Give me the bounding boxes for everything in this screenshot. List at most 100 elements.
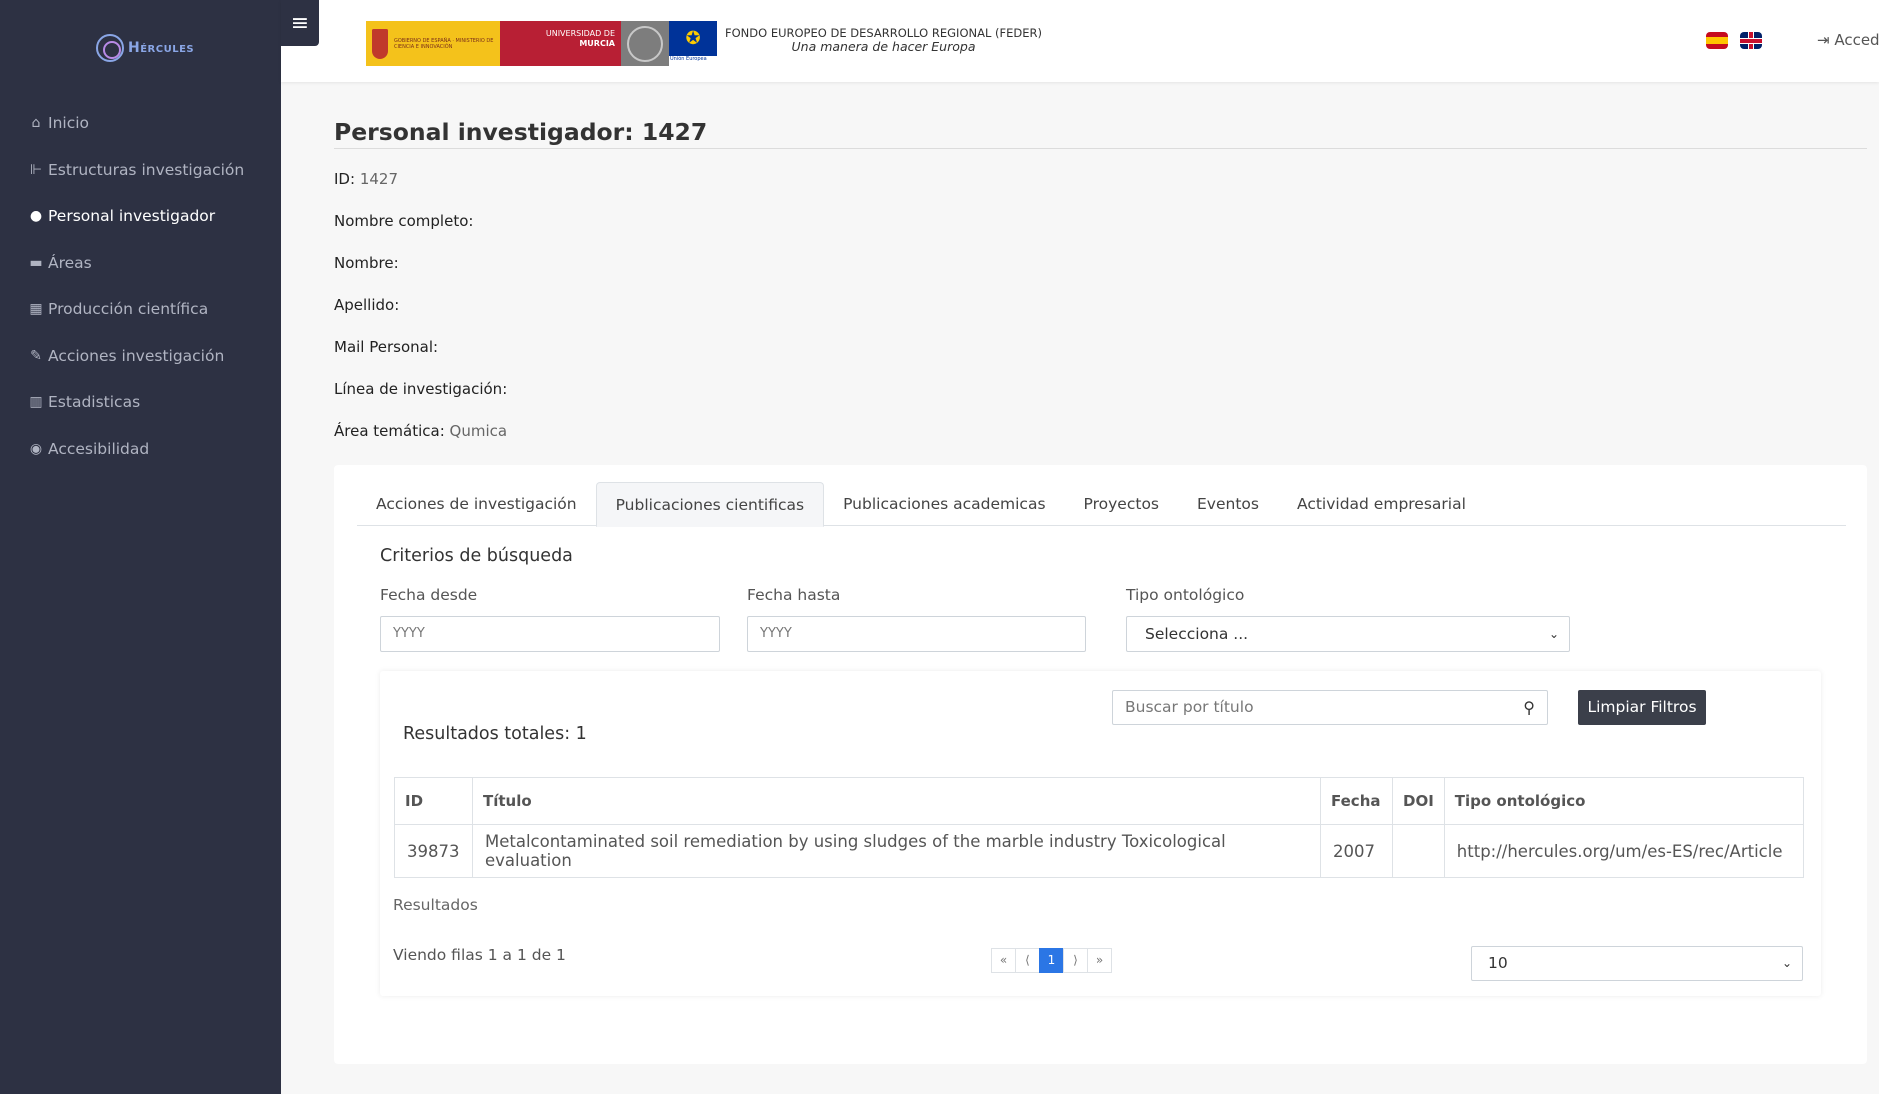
menu-icon[interactable]: ≡ xyxy=(281,0,319,46)
box-icon: ▦ xyxy=(29,301,43,318)
next-page-button[interactable]: ⟩ xyxy=(1063,948,1088,973)
fecha-hasta-input[interactable]: YYYY xyxy=(747,616,1086,652)
cell-doi xyxy=(1392,824,1445,878)
tipo-ontologico-select[interactable]: Selecciona ... ⌄ xyxy=(1126,616,1570,652)
spanish-flag-icon[interactable] xyxy=(1706,32,1728,49)
prev-page-button[interactable]: ⟨ xyxy=(1015,948,1040,973)
field-label: Nombre completo: xyxy=(334,212,474,230)
sidebar-item-acciones-investigacion[interactable]: ✎ Acciones investigación xyxy=(28,333,244,380)
results-table: ID Título Fecha DOI Tipo ontológico 3987… xyxy=(394,777,1805,878)
sidebar-item-label: Accesibilidad xyxy=(48,439,150,458)
field-label: Mail Personal: xyxy=(334,338,439,356)
tab-eventos[interactable]: Eventos xyxy=(1178,482,1278,526)
field-value: 1427 xyxy=(359,170,398,188)
column-header-fecha[interactable]: Fecha xyxy=(1320,777,1393,825)
language-switcher xyxy=(1706,32,1762,49)
column-header-tipo[interactable]: Tipo ontológico xyxy=(1443,777,1805,825)
fecha-desde-label: Fecha desde xyxy=(380,586,478,604)
english-flag-icon[interactable] xyxy=(1740,32,1762,49)
eye-icon: ◉ xyxy=(29,440,43,457)
tab-bar: Acciones de investigación Publicaciones c… xyxy=(357,482,1846,527)
researcher-fields: ID: 1427 Nombre completo: Nombre: Apellid… xyxy=(334,170,507,464)
tipo-ontologico-label: Tipo ontológico xyxy=(1126,586,1245,604)
page-size-value: 10 xyxy=(1488,954,1508,972)
total-results: Resultados totales: 1 xyxy=(403,724,587,744)
feder-text: FONDO EUROPEO DE DESARROLLO REGIONAL (FE… xyxy=(725,26,1042,54)
field-row: Nombre: xyxy=(334,254,507,296)
um-logo-line2: MURCIA xyxy=(579,39,615,48)
tabs-panel: Acciones de investigación Publicaciones c… xyxy=(334,465,1867,1064)
sidebar-nav: ⌂ Inicio ⊩ Estructuras investigación ● Person… xyxy=(28,100,244,472)
sidebar-item-estadisticas[interactable]: ▥ Estadisticas xyxy=(28,379,244,426)
um-logo-line1: UNIVERSIDAD DE xyxy=(545,29,615,38)
home-icon: ⌂ xyxy=(31,115,41,132)
field-label: Apellido: xyxy=(334,296,400,314)
search-placeholder: Buscar por título xyxy=(1125,698,1254,716)
field-value: Qumica xyxy=(449,422,508,440)
sponsor-logos: GOBIERNO DE ESPAÑA · MINISTERIO DE CIENC… xyxy=(366,21,719,66)
last-page-button[interactable]: » xyxy=(1087,948,1112,973)
tipo-ontologico-value: Selecciona ... xyxy=(1145,625,1249,643)
sidebar-item-label: Inicio xyxy=(48,114,90,133)
field-row: Línea de investigación: xyxy=(334,380,507,422)
field-row: Área temática: Qumica xyxy=(334,422,507,464)
search-input[interactable]: Buscar por título ⚲ xyxy=(1112,690,1548,725)
table-header-row: ID Título Fecha DOI Tipo ontológico xyxy=(394,777,1805,825)
results-footer-label: Resultados xyxy=(393,896,478,914)
page-1-button[interactable]: 1 xyxy=(1039,948,1064,973)
table-row[interactable]: 39873 Metalcontaminated soil remediation… xyxy=(394,824,1805,878)
clear-filters-button[interactable]: Limpiar Filtros xyxy=(1578,690,1706,725)
results-card: Buscar por título ⚲ Limpiar Filtros Resu… xyxy=(380,671,1821,996)
first-page-button[interactable]: « xyxy=(991,948,1016,973)
folder-icon: ▬ xyxy=(29,254,43,271)
sidebar-item-label: Estadisticas xyxy=(48,393,141,412)
tab-publicaciones-cientificas[interactable]: Publicaciones cientificas xyxy=(595,482,825,527)
field-row: Nombre completo: xyxy=(334,212,507,254)
feder-line1: FONDO EUROPEO DE DESARROLLO REGIONAL (FE… xyxy=(725,26,1042,40)
field-label: Línea de investigación: xyxy=(334,380,508,398)
tab-actividad-empresarial[interactable]: Actividad empresarial xyxy=(1278,482,1485,526)
sidebar: Hércules ⌂ Inicio ⊩ Estructuras investigaci… xyxy=(0,0,281,1094)
sidebar-item-label: Estructuras investigación xyxy=(48,160,245,179)
sidebar-item-personal-investigador[interactable]: ● Personal investigador xyxy=(28,193,244,240)
sidebar-item-label: Personal investigador xyxy=(48,207,216,226)
field-label: ID: xyxy=(334,170,356,188)
page-title: Personal investigador: 1427 xyxy=(334,118,708,146)
field-row: ID: 1427 xyxy=(334,170,507,212)
coat-of-arms-icon xyxy=(372,28,388,59)
sidebar-item-estructuras-investigacion[interactable]: ⊩ Estructuras investigación xyxy=(28,147,244,194)
title-divider xyxy=(334,148,1867,149)
chevron-down-icon: ⌄ xyxy=(1781,956,1792,970)
eu-flag-icon: ✪ xyxy=(669,21,717,56)
sidebar-item-inicio[interactable]: ⌂ Inicio xyxy=(28,100,244,147)
column-header-doi[interactable]: DOI xyxy=(1392,777,1445,825)
cell-id: 39873 xyxy=(394,824,473,878)
eu-logo-caption: Unión Europea xyxy=(670,56,707,62)
brand-logo[interactable]: Hércules xyxy=(96,34,194,62)
brand-name: Hércules xyxy=(128,40,195,56)
column-header-id[interactable]: ID xyxy=(394,777,473,825)
fecha-desde-input[interactable]: YYYY xyxy=(380,616,720,652)
field-row: Mail Personal: xyxy=(334,338,507,380)
column-header-titulo[interactable]: Título xyxy=(472,777,1321,825)
tab-proyectos[interactable]: Proyectos xyxy=(1065,482,1178,526)
login-link[interactable]: ⇥ Acceder xyxy=(1817,31,1879,49)
cell-tipo: http://hercules.org/um/es-ES/rec/Article xyxy=(1443,824,1805,878)
search-icon[interactable]: ⚲ xyxy=(1523,691,1535,724)
chevron-down-icon: ⌄ xyxy=(1548,627,1559,641)
pencil-icon: ✎ xyxy=(30,347,42,364)
eu-logo: ✪ Unión Europea xyxy=(669,21,719,66)
university-seal-icon xyxy=(621,21,669,66)
sidebar-item-accesibilidad[interactable]: ◉ Accesibilidad xyxy=(28,426,244,473)
tab-publicaciones-academicas[interactable]: Publicaciones academicas xyxy=(824,482,1064,526)
sidebar-item-areas[interactable]: ▬ Áreas xyxy=(28,240,244,287)
tab-acciones-de-investigacion[interactable]: Acciones de investigación xyxy=(357,482,596,526)
cell-fecha: 2007 xyxy=(1320,824,1393,878)
field-row: Apellido: xyxy=(334,296,507,338)
cell-titulo[interactable]: Metalcontaminated soil remediation by us… xyxy=(472,824,1321,878)
sidebar-item-produccion-cientifica[interactable]: ▦ Producción científica xyxy=(28,286,244,333)
feder-line2: Una manera de hacer Europa xyxy=(791,39,976,54)
universidad-murcia-logo: UNIVERSIDAD DE MURCIA xyxy=(500,21,621,66)
gobierno-logo-text: GOBIERNO DE ESPAÑA · MINISTERIO DE CIENC… xyxy=(393,37,494,50)
page-size-select[interactable]: 10 ⌄ xyxy=(1471,946,1803,981)
